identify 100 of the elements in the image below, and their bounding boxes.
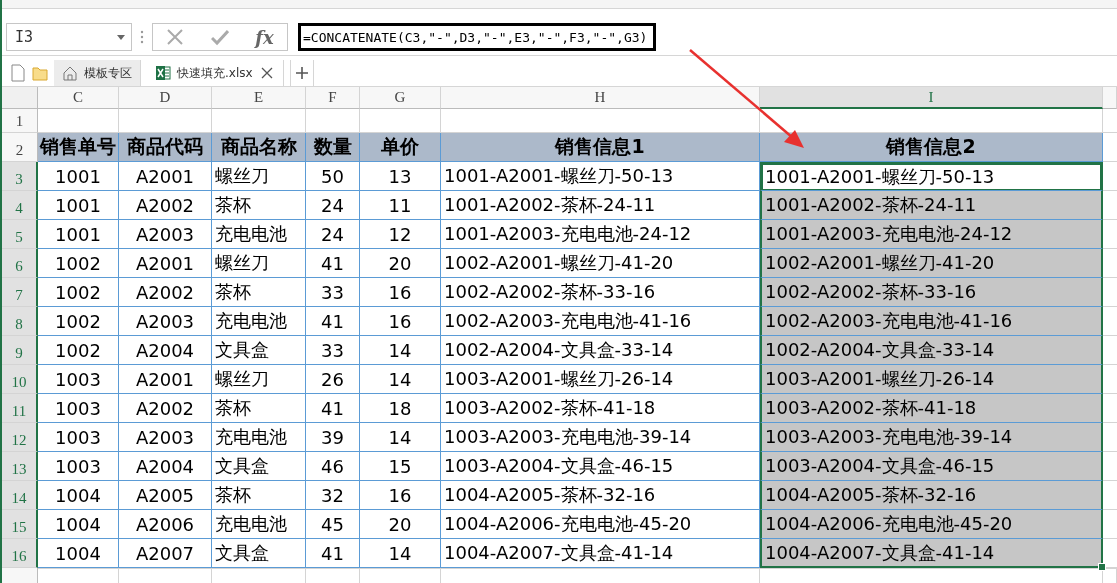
table-cell[interactable]: 文具盒 [212,452,306,481]
table-cell[interactable]: 1003-A2002-茶杯-41-18 [760,394,1103,423]
table-cell[interactable]: 1004-A2005-茶杯-32-16 [760,481,1103,510]
table-cell[interactable]: A2003 [119,220,212,249]
table-cell[interactable]: A2003 [119,423,212,452]
table-cell[interactable]: A2001 [119,162,212,191]
table-cell[interactable]: 茶杯 [212,278,306,307]
table-cell[interactable]: 33 [306,336,360,365]
table-cell[interactable]: 螺丝刀 [212,249,306,278]
table-cell[interactable]: 41 [306,539,360,568]
name-box[interactable]: I3 [6,23,132,51]
table-cell[interactable]: 1001-A2003-充电电池-24-12 [441,220,760,249]
table-cell[interactable]: 1001-A2001-螺丝刀-50-13 [760,162,1103,191]
table-cell[interactable]: 20 [360,249,441,278]
fill-handle[interactable] [1098,563,1106,571]
row-header[interactable]: 14 [2,481,38,510]
row-header[interactable]: 10 [2,365,38,394]
table-cell[interactable]: A2001 [119,249,212,278]
table-cell[interactable]: 1003 [38,452,119,481]
table-cell[interactable]: 1003 [38,423,119,452]
insert-function-button[interactable]: fx [255,26,274,48]
row-header[interactable]: 3 [2,162,38,191]
cancel-icon[interactable] [166,28,185,46]
caret-icon[interactable] [117,34,125,40]
row-header[interactable]: 5 [2,220,38,249]
row-header[interactable]: 1 [2,109,38,133]
table-cell[interactable]: 充电电池 [212,510,306,539]
formula-field[interactable]: =CONCATENATE(C3,"-",D3,"-",E3,"-",F3,"-",G3) [298,23,657,51]
new-tab-button[interactable] [289,60,314,86]
row-header[interactable]: 16 [2,539,38,568]
table-cell[interactable]: 1002-A2004-文具盒-33-14 [441,336,760,365]
table-cell[interactable]: 1002 [38,336,119,365]
header-cell[interactable]: 销售单号 [38,133,119,162]
row-header[interactable]: 12 [2,423,38,452]
table-cell[interactable]: 11 [360,191,441,220]
row-header[interactable]: 15 [2,510,38,539]
table-cell[interactable]: 20 [360,510,441,539]
table-cell[interactable]: 41 [306,394,360,423]
table-cell[interactable]: 14 [360,539,441,568]
table-cell[interactable]: 1003-A2004-文具盒-46-15 [760,452,1103,481]
table-cell[interactable]: A2005 [119,481,212,510]
column-header[interactable]: I [760,87,1103,109]
table-cell[interactable]: 39 [306,423,360,452]
table-cell[interactable]: A2002 [119,278,212,307]
table-cell[interactable]: 1004 [38,510,119,539]
table-cell[interactable]: 15 [360,452,441,481]
table-cell[interactable]: 1002-A2002-茶杯-33-16 [760,278,1103,307]
table-cell[interactable]: 1004-A2006-充电电池-45-20 [441,510,760,539]
table-cell[interactable]: 1003 [38,394,119,423]
table-cell[interactable]: 1004 [38,539,119,568]
column-header[interactable]: D [119,87,212,109]
table-cell[interactable]: 充电电池 [212,307,306,336]
row-header[interactable]: 11 [2,394,38,423]
table-cell[interactable]: 32 [306,481,360,510]
table-cell[interactable]: 1003-A2004-文具盒-46-15 [441,452,760,481]
table-cell[interactable]: 45 [306,510,360,539]
table-cell[interactable]: A2004 [119,452,212,481]
table-cell[interactable]: 1002 [38,249,119,278]
table-cell[interactable]: A2007 [119,539,212,568]
table-cell[interactable]: 1002-A2003-充电电池-41-16 [441,307,760,336]
file-tab[interactable]: 模板专区 [54,60,141,86]
table-cell[interactable]: 1003-A2003-充电电池-39-14 [760,423,1103,452]
table-cell[interactable]: 1004-A2005-茶杯-32-16 [441,481,760,510]
header-cell[interactable]: 商品名称 [212,133,306,162]
header-cell[interactable]: 数量 [306,133,360,162]
table-cell[interactable]: 1001 [38,191,119,220]
table-cell[interactable]: 1004-A2007-文具盒-41-14 [760,539,1103,568]
table-cell[interactable]: 螺丝刀 [212,162,306,191]
table-cell[interactable]: 1001-A2001-螺丝刀-50-13 [441,162,760,191]
table-cell[interactable]: 41 [306,307,360,336]
check-icon[interactable] [210,28,229,46]
table-cell[interactable]: 充电电池 [212,423,306,452]
table-cell[interactable]: 26 [306,365,360,394]
table-cell[interactable]: 1001 [38,220,119,249]
table-cell[interactable]: A2001 [119,365,212,394]
table-cell[interactable]: 1003-A2001-螺丝刀-26-14 [760,365,1103,394]
row-header[interactable] [2,568,38,583]
column-header[interactable]: H [441,87,760,109]
table-cell[interactable]: 1003-A2002-茶杯-41-18 [441,394,760,423]
header-cell[interactable]: 销售信息2 [760,133,1103,162]
row-header[interactable]: 2 [2,133,38,162]
table-cell[interactable]: 1004-A2007-文具盒-41-14 [441,539,760,568]
table-cell[interactable]: 1002-A2002-茶杯-33-16 [441,278,760,307]
header-cell[interactable]: 单价 [360,133,441,162]
table-cell[interactable]: 茶杯 [212,481,306,510]
folder-icon[interactable] [32,64,48,82]
table-cell[interactable]: A2006 [119,510,212,539]
table-cell[interactable]: 1004 [38,481,119,510]
table-cell[interactable]: 24 [306,191,360,220]
table-cell[interactable]: 1002 [38,278,119,307]
column-header[interactable]: G [360,87,441,109]
header-cell[interactable]: 商品代码 [119,133,212,162]
table-cell[interactable]: 16 [360,481,441,510]
new-file-icon[interactable] [10,64,26,82]
table-cell[interactable]: 46 [306,452,360,481]
table-cell[interactable]: 1002 [38,307,119,336]
table-cell[interactable]: 1003 [38,365,119,394]
table-cell[interactable]: 1003-A2001-螺丝刀-26-14 [441,365,760,394]
table-cell[interactable]: 41 [306,249,360,278]
column-header[interactable]: C [38,87,119,109]
